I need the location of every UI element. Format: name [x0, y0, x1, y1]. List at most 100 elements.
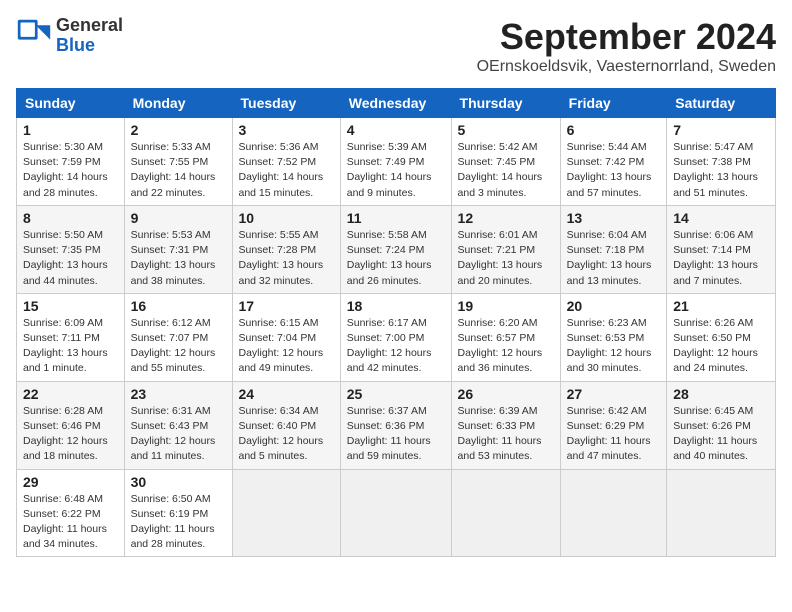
- day-info: Sunrise: 6:48 AM Sunset: 6:22 PM Dayligh…: [23, 492, 118, 553]
- day-number: 11: [347, 210, 445, 226]
- day-info: Sunrise: 6:28 AM Sunset: 6:46 PM Dayligh…: [23, 404, 118, 465]
- location-title: OErnskoeldsvik, Vaesternorrland, Sweden: [477, 58, 776, 76]
- calendar-day-cell: 16 Sunrise: 6:12 AM Sunset: 7:07 PM Dayl…: [124, 293, 232, 381]
- day-info: Sunrise: 5:47 AM Sunset: 7:38 PM Dayligh…: [673, 140, 769, 201]
- calendar-day-cell: 17 Sunrise: 6:15 AM Sunset: 7:04 PM Dayl…: [232, 293, 340, 381]
- day-info: Sunrise: 5:39 AM Sunset: 7:49 PM Dayligh…: [347, 140, 445, 201]
- day-info: Sunrise: 6:42 AM Sunset: 6:29 PM Dayligh…: [567, 404, 661, 465]
- col-thursday: Thursday: [451, 89, 560, 118]
- calendar-day-cell: 19 Sunrise: 6:20 AM Sunset: 6:57 PM Dayl…: [451, 293, 560, 381]
- day-info: Sunrise: 6:04 AM Sunset: 7:18 PM Dayligh…: [567, 228, 661, 289]
- calendar-day-cell: 29 Sunrise: 6:48 AM Sunset: 6:22 PM Dayl…: [17, 469, 125, 557]
- calendar-day-cell: 4 Sunrise: 5:39 AM Sunset: 7:49 PM Dayli…: [340, 118, 451, 206]
- day-number: 12: [458, 210, 554, 226]
- calendar-day-cell: 9 Sunrise: 5:53 AM Sunset: 7:31 PM Dayli…: [124, 205, 232, 293]
- calendar-week-row: 22 Sunrise: 6:28 AM Sunset: 6:46 PM Dayl…: [17, 381, 776, 469]
- day-number: 10: [239, 210, 334, 226]
- day-number: 14: [673, 210, 769, 226]
- day-info: Sunrise: 6:01 AM Sunset: 7:21 PM Dayligh…: [458, 228, 554, 289]
- day-number: 3: [239, 122, 334, 138]
- title-block: September 2024 OErnskoeldsvik, Vaesterno…: [477, 16, 776, 76]
- day-info: Sunrise: 6:26 AM Sunset: 6:50 PM Dayligh…: [673, 316, 769, 377]
- day-number: 19: [458, 298, 554, 314]
- col-saturday: Saturday: [667, 89, 776, 118]
- day-info: Sunrise: 6:20 AM Sunset: 6:57 PM Dayligh…: [458, 316, 554, 377]
- calendar-week-row: 29 Sunrise: 6:48 AM Sunset: 6:22 PM Dayl…: [17, 469, 776, 557]
- logo: General Blue: [16, 16, 123, 56]
- calendar-week-row: 1 Sunrise: 5:30 AM Sunset: 7:59 PM Dayli…: [17, 118, 776, 206]
- day-info: Sunrise: 6:17 AM Sunset: 7:00 PM Dayligh…: [347, 316, 445, 377]
- day-number: 4: [347, 122, 445, 138]
- day-number: 26: [458, 386, 554, 402]
- day-number: 21: [673, 298, 769, 314]
- day-info: Sunrise: 6:31 AM Sunset: 6:43 PM Dayligh…: [131, 404, 226, 465]
- logo-general: General: [56, 15, 123, 35]
- calendar-day-cell: [667, 469, 776, 557]
- day-info: Sunrise: 5:50 AM Sunset: 7:35 PM Dayligh…: [23, 228, 118, 289]
- month-title: September 2024: [477, 16, 776, 58]
- day-info: Sunrise: 5:58 AM Sunset: 7:24 PM Dayligh…: [347, 228, 445, 289]
- calendar-day-cell: 22 Sunrise: 6:28 AM Sunset: 6:46 PM Dayl…: [17, 381, 125, 469]
- day-number: 20: [567, 298, 661, 314]
- calendar-day-cell: 7 Sunrise: 5:47 AM Sunset: 7:38 PM Dayli…: [667, 118, 776, 206]
- day-number: 30: [131, 474, 226, 490]
- col-wednesday: Wednesday: [340, 89, 451, 118]
- calendar-day-cell: 5 Sunrise: 5:42 AM Sunset: 7:45 PM Dayli…: [451, 118, 560, 206]
- day-number: 23: [131, 386, 226, 402]
- day-number: 8: [23, 210, 118, 226]
- calendar-day-cell: 12 Sunrise: 6:01 AM Sunset: 7:21 PM Dayl…: [451, 205, 560, 293]
- calendar-day-cell: 13 Sunrise: 6:04 AM Sunset: 7:18 PM Dayl…: [560, 205, 667, 293]
- col-tuesday: Tuesday: [232, 89, 340, 118]
- day-info: Sunrise: 5:33 AM Sunset: 7:55 PM Dayligh…: [131, 140, 226, 201]
- calendar-day-cell: [340, 469, 451, 557]
- day-info: Sunrise: 6:50 AM Sunset: 6:19 PM Dayligh…: [131, 492, 226, 553]
- day-info: Sunrise: 6:45 AM Sunset: 6:26 PM Dayligh…: [673, 404, 769, 465]
- col-friday: Friday: [560, 89, 667, 118]
- calendar-day-cell: 24 Sunrise: 6:34 AM Sunset: 6:40 PM Dayl…: [232, 381, 340, 469]
- calendar-day-cell: 30 Sunrise: 6:50 AM Sunset: 6:19 PM Dayl…: [124, 469, 232, 557]
- col-sunday: Sunday: [17, 89, 125, 118]
- calendar-day-cell: 23 Sunrise: 6:31 AM Sunset: 6:43 PM Dayl…: [124, 381, 232, 469]
- general-blue-logo-icon: [16, 18, 52, 54]
- day-number: 18: [347, 298, 445, 314]
- calendar-day-cell: 21 Sunrise: 6:26 AM Sunset: 6:50 PM Dayl…: [667, 293, 776, 381]
- day-info: Sunrise: 6:37 AM Sunset: 6:36 PM Dayligh…: [347, 404, 445, 465]
- calendar-week-row: 8 Sunrise: 5:50 AM Sunset: 7:35 PM Dayli…: [17, 205, 776, 293]
- calendar-day-cell: [232, 469, 340, 557]
- calendar-day-cell: 20 Sunrise: 6:23 AM Sunset: 6:53 PM Dayl…: [560, 293, 667, 381]
- day-info: Sunrise: 6:06 AM Sunset: 7:14 PM Dayligh…: [673, 228, 769, 289]
- calendar-day-cell: 10 Sunrise: 5:55 AM Sunset: 7:28 PM Dayl…: [232, 205, 340, 293]
- calendar-day-cell: 6 Sunrise: 5:44 AM Sunset: 7:42 PM Dayli…: [560, 118, 667, 206]
- calendar-day-cell: [451, 469, 560, 557]
- calendar-day-cell: 8 Sunrise: 5:50 AM Sunset: 7:35 PM Dayli…: [17, 205, 125, 293]
- day-number: 1: [23, 122, 118, 138]
- day-number: 27: [567, 386, 661, 402]
- day-number: 24: [239, 386, 334, 402]
- day-info: Sunrise: 6:09 AM Sunset: 7:11 PM Dayligh…: [23, 316, 118, 377]
- day-number: 9: [131, 210, 226, 226]
- calendar-header-row: Sunday Monday Tuesday Wednesday Thursday…: [17, 89, 776, 118]
- calendar-day-cell: 1 Sunrise: 5:30 AM Sunset: 7:59 PM Dayli…: [17, 118, 125, 206]
- day-info: Sunrise: 6:23 AM Sunset: 6:53 PM Dayligh…: [567, 316, 661, 377]
- day-number: 6: [567, 122, 661, 138]
- day-info: Sunrise: 5:42 AM Sunset: 7:45 PM Dayligh…: [458, 140, 554, 201]
- day-number: 7: [673, 122, 769, 138]
- day-info: Sunrise: 6:39 AM Sunset: 6:33 PM Dayligh…: [458, 404, 554, 465]
- calendar-day-cell: 27 Sunrise: 6:42 AM Sunset: 6:29 PM Dayl…: [560, 381, 667, 469]
- day-info: Sunrise: 6:12 AM Sunset: 7:07 PM Dayligh…: [131, 316, 226, 377]
- page-header: General Blue September 2024 OErnskoeldsv…: [16, 16, 776, 76]
- day-info: Sunrise: 5:55 AM Sunset: 7:28 PM Dayligh…: [239, 228, 334, 289]
- calendar-day-cell: 25 Sunrise: 6:37 AM Sunset: 6:36 PM Dayl…: [340, 381, 451, 469]
- calendar-week-row: 15 Sunrise: 6:09 AM Sunset: 7:11 PM Dayl…: [17, 293, 776, 381]
- calendar-day-cell: 18 Sunrise: 6:17 AM Sunset: 7:00 PM Dayl…: [340, 293, 451, 381]
- col-monday: Monday: [124, 89, 232, 118]
- calendar-day-cell: 15 Sunrise: 6:09 AM Sunset: 7:11 PM Dayl…: [17, 293, 125, 381]
- day-number: 28: [673, 386, 769, 402]
- calendar-day-cell: 3 Sunrise: 5:36 AM Sunset: 7:52 PM Dayli…: [232, 118, 340, 206]
- calendar-day-cell: 28 Sunrise: 6:45 AM Sunset: 6:26 PM Dayl…: [667, 381, 776, 469]
- day-number: 25: [347, 386, 445, 402]
- day-number: 2: [131, 122, 226, 138]
- logo-text: General Blue: [56, 16, 123, 56]
- calendar-day-cell: 26 Sunrise: 6:39 AM Sunset: 6:33 PM Dayl…: [451, 381, 560, 469]
- day-number: 22: [23, 386, 118, 402]
